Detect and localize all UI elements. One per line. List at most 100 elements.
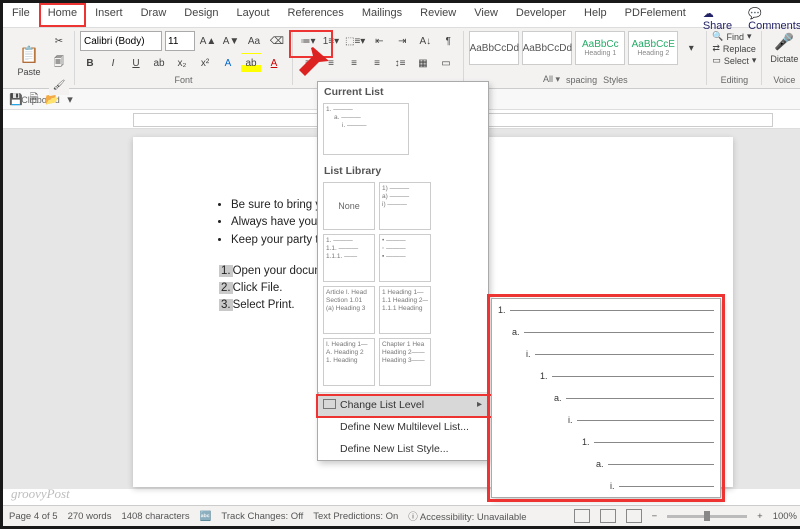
- zoom-percent[interactable]: 100%: [773, 511, 797, 522]
- highlight-button[interactable]: ab: [241, 53, 261, 73]
- ribbon: 📋 Paste ✂ 🗐 🖌 Clipboard A▲ A▼ Aa: [3, 28, 800, 89]
- list-level-option[interactable]: a.: [492, 387, 720, 409]
- word-count[interactable]: 270 words: [68, 511, 112, 522]
- increase-indent-button[interactable]: ⇥: [392, 31, 412, 51]
- list-lib-item[interactable]: Article I. HeadSection 1.01 (a) Heading …: [323, 286, 375, 334]
- underline-button[interactable]: U: [126, 53, 146, 73]
- current-list-thumb[interactable]: 1. ——— a. ——— i. ———: [323, 103, 409, 155]
- menu-design[interactable]: Design: [175, 3, 227, 27]
- char-count[interactable]: 1408 characters: [121, 511, 189, 522]
- shrink-font-button[interactable]: A▼: [221, 31, 241, 51]
- font-name-select[interactable]: [80, 31, 162, 51]
- menu-review[interactable]: Review: [411, 3, 465, 27]
- qat-overflow-icon[interactable]: ▾: [63, 92, 77, 106]
- page-indicator[interactable]: Page 4 of 5: [9, 511, 58, 522]
- accessibility-status[interactable]: ⓘ Accessibility: Unavailable: [408, 509, 526, 523]
- list-lib-item[interactable]: 1. ———1.1. ———1.1.1. ——: [323, 234, 375, 282]
- line-spacing-button[interactable]: ↕≡: [390, 53, 410, 73]
- select-button[interactable]: ▭ Select ▾: [712, 55, 756, 66]
- menu-references[interactable]: References: [279, 3, 353, 27]
- font-size-select[interactable]: [165, 31, 195, 51]
- text-predictions-status[interactable]: Text Predictions: On: [313, 511, 398, 522]
- list-level-option[interactable]: 1.: [492, 299, 720, 321]
- group-font: A▲ A▼ Aa ⌫ B I U ab x₂ x² A ab A Font: [75, 31, 293, 85]
- menu-file[interactable]: File: [3, 3, 39, 27]
- view-web-icon[interactable]: [626, 509, 642, 523]
- change-list-level-submenu: 1.a.i.1.a.i.1.a.i.: [491, 298, 721, 498]
- find-button[interactable]: 🔍 Find ▾: [712, 31, 756, 42]
- list-level-option[interactable]: i.: [492, 409, 720, 431]
- style-normal[interactable]: AaBbCcDd: [469, 31, 519, 65]
- track-changes-status[interactable]: Track Changes: Off: [221, 511, 303, 522]
- style-set-selector[interactable]: All ▾: [543, 74, 560, 85]
- number-marker: 2.: [219, 282, 233, 294]
- menu-mailings[interactable]: Mailings: [353, 3, 411, 27]
- menu-layout[interactable]: Layout: [228, 3, 279, 27]
- list-level-option[interactable]: a.: [492, 453, 720, 475]
- text-effects-button[interactable]: A: [218, 53, 238, 73]
- borders-button[interactable]: ▭: [436, 53, 456, 73]
- replace-button[interactable]: ⇄ Replace: [712, 43, 756, 54]
- menu-pdfelement[interactable]: PDFelement: [616, 3, 695, 27]
- style-nospacing[interactable]: AaBbCcDd: [522, 31, 572, 65]
- list-lib-item[interactable]: • ———◦ ———▪ ———: [379, 234, 431, 282]
- zoom-in-button[interactable]: +: [757, 511, 763, 522]
- multilevel-list-dropdown: Current List 1. ——— a. ——— i. ——— List L…: [317, 81, 489, 461]
- comments-button[interactable]: 💬 Comments: [740, 3, 800, 27]
- list-level-option[interactable]: 1.: [492, 365, 720, 387]
- decrease-indent-button[interactable]: ⇤: [369, 31, 389, 51]
- sort-button[interactable]: A↓: [415, 31, 435, 51]
- new-icon[interactable]: 🗎: [27, 92, 41, 106]
- list-lib-item[interactable]: 1 Heading 1—1.1 Heading 2—1.1.1 Heading: [379, 286, 431, 334]
- zoom-slider[interactable]: [667, 515, 747, 518]
- share-button[interactable]: Share: [695, 3, 740, 27]
- style-heading1[interactable]: AaBbCcHeading 1: [575, 31, 625, 65]
- style-heading2[interactable]: AaBbCcEHeading 2: [628, 31, 678, 65]
- superscript-button[interactable]: x²: [195, 53, 215, 73]
- voice-group-label: Voice: [773, 75, 795, 85]
- menu-help[interactable]: Help: [575, 3, 616, 27]
- open-icon[interactable]: 📂: [45, 92, 59, 106]
- list-lib-item[interactable]: 1) ———a) ———i) ———: [379, 182, 431, 230]
- font-color-button[interactable]: A: [264, 53, 284, 73]
- strike-button[interactable]: ab: [149, 53, 169, 73]
- grow-font-button[interactable]: A▲: [198, 31, 218, 51]
- annotation-highlight: [289, 30, 333, 58]
- menu-home[interactable]: Home: [39, 3, 86, 27]
- subscript-button[interactable]: x₂: [172, 53, 192, 73]
- menu-draw[interactable]: Draw: [132, 3, 176, 27]
- view-print-icon[interactable]: [600, 509, 616, 523]
- define-multilevel-item[interactable]: Define New Multilevel List...: [318, 416, 488, 438]
- cut-button[interactable]: ✂: [49, 31, 69, 51]
- list-level-option[interactable]: a.: [492, 321, 720, 343]
- dictate-button[interactable]: 🎤 Dictate: [767, 31, 800, 69]
- save-icon[interactable]: 💾: [9, 92, 23, 106]
- change-case-button[interactable]: Aa: [244, 31, 264, 51]
- define-list-style-item[interactable]: Define New List Style...: [318, 438, 488, 460]
- multilevel-button[interactable]: ⬚≡▾: [344, 31, 366, 51]
- align-right-button[interactable]: ≡: [344, 53, 364, 73]
- show-marks-button[interactable]: ¶: [438, 31, 458, 51]
- italic-button[interactable]: I: [103, 53, 123, 73]
- view-read-icon[interactable]: [574, 509, 590, 523]
- list-level-option[interactable]: i.: [492, 343, 720, 365]
- list-lib-none[interactable]: None: [323, 182, 375, 230]
- list-lib-item[interactable]: Chapter 1 HeaHeading 2——Heading 3——: [379, 338, 431, 386]
- list-level-option[interactable]: 1.: [492, 431, 720, 453]
- shading-button[interactable]: ▦: [413, 53, 433, 73]
- zoom-out-button[interactable]: −: [652, 511, 658, 522]
- list-level-option[interactable]: i.: [492, 475, 720, 497]
- menu-insert[interactable]: Insert: [86, 3, 132, 27]
- list-library-header: List Library: [318, 161, 488, 179]
- menu-developer[interactable]: Developer: [507, 3, 575, 27]
- group-styles: AaBbCcDd AaBbCcDd AaBbCcHeading 1 AaBbCc…: [464, 31, 707, 85]
- clear-format-button[interactable]: ⌫: [267, 31, 287, 51]
- styles-more-button[interactable]: ▾: [681, 38, 701, 58]
- list-lib-item[interactable]: I. Heading 1—A. Heading 21. Heading: [323, 338, 375, 386]
- paste-button[interactable]: 📋 Paste: [12, 44, 46, 82]
- bold-button[interactable]: B: [80, 53, 100, 73]
- copy-button[interactable]: 🗐: [49, 53, 69, 73]
- menu-view[interactable]: View: [465, 3, 507, 27]
- lang-indicator[interactable]: 🔤: [200, 511, 212, 522]
- justify-button[interactable]: ≡: [367, 53, 387, 73]
